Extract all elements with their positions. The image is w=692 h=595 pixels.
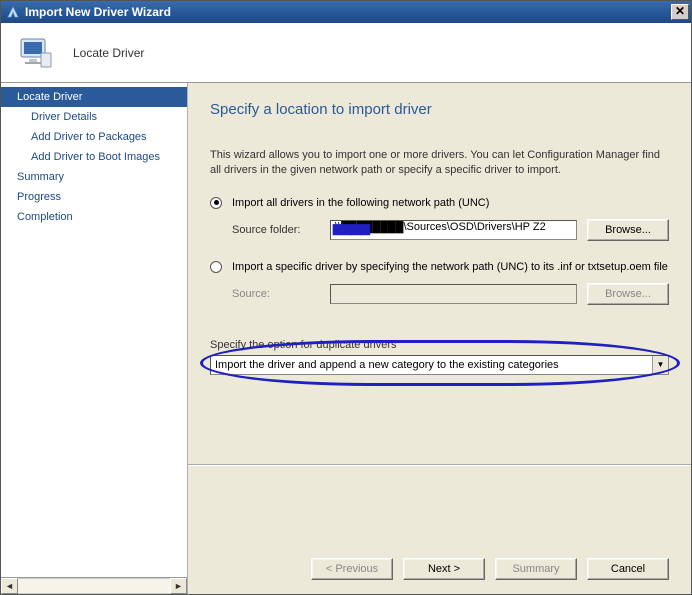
nav-item-summary[interactable]: Summary <box>1 167 187 187</box>
radio-import-specific-label: Import a specific driver by specifying t… <box>232 261 668 273</box>
browse-all-button[interactable]: Browse... <box>587 219 669 241</box>
radio-import-all-row[interactable]: Import all drivers in the following netw… <box>210 197 669 209</box>
wizard-sidebar: Locate DriverDriver DetailsAdd Driver to… <box>1 83 188 594</box>
source-label: Source: <box>232 288 320 300</box>
summary-button: Summary <box>495 558 577 580</box>
scroll-track[interactable] <box>18 578 170 594</box>
source-folder-input[interactable]: \\████████\Sources\OSD\Drivers\HP Z2 ▆▆▆… <box>330 220 577 240</box>
wizard-icon <box>5 4 21 20</box>
titlebar: Import New Driver Wizard ✕ <box>1 1 691 23</box>
chevron-down-icon[interactable]: ▼ <box>652 356 668 374</box>
next-button[interactable]: Next > <box>403 558 485 580</box>
cancel-button[interactable]: Cancel <box>587 558 669 580</box>
radio-import-specific[interactable] <box>210 261 222 273</box>
main-panel: Specify a location to import driver This… <box>188 83 691 594</box>
window-title: Import New Driver Wizard <box>25 5 171 19</box>
monitor-icon <box>15 33 55 73</box>
nav-item-driver-details[interactable]: Driver Details <box>1 107 187 127</box>
source-folder-label: Source folder: <box>232 224 320 236</box>
nav-item-locate-driver[interactable]: Locate Driver <box>1 87 187 107</box>
duplicate-option-value: Import the driver and append a new categ… <box>211 359 652 371</box>
radio-import-all[interactable] <box>210 197 222 209</box>
previous-button: < Previous <box>311 558 393 580</box>
duplicate-option-label: Specify the option for duplicate drivers <box>210 339 669 351</box>
source-input <box>330 284 577 304</box>
nav-item-completion[interactable]: Completion <box>1 207 187 227</box>
nav-item-add-driver-to-packages[interactable]: Add Driver to Packages <box>1 127 187 147</box>
wizard-button-bar: < Previous Next > Summary Cancel <box>210 546 669 594</box>
radio-import-specific-row[interactable]: Import a specific driver by specifying t… <box>210 261 669 273</box>
scroll-left-button[interactable]: ◄ <box>1 578 18 594</box>
header-band: Locate Driver <box>1 23 691 83</box>
sidebar-hscrollbar[interactable]: ◄ ► <box>1 577 187 594</box>
nav-item-progress[interactable]: Progress <box>1 187 187 207</box>
nav-item-add-driver-to-boot-images[interactable]: Add Driver to Boot Images <box>1 147 187 167</box>
page-title: Locate Driver <box>73 46 144 60</box>
wizard-nav: Locate DriverDriver DetailsAdd Driver to… <box>1 83 187 577</box>
radio-import-all-label: Import all drivers in the following netw… <box>232 197 489 209</box>
duplicate-option-dropdown[interactable]: Import the driver and append a new categ… <box>210 355 669 375</box>
intro-text: This wizard allows you to import one or … <box>210 148 669 179</box>
close-button[interactable]: ✕ <box>671 4 689 20</box>
main-heading: Specify a location to import driver <box>210 101 669 118</box>
browse-specific-button: Browse... <box>587 283 669 305</box>
scroll-right-button[interactable]: ► <box>170 578 187 594</box>
